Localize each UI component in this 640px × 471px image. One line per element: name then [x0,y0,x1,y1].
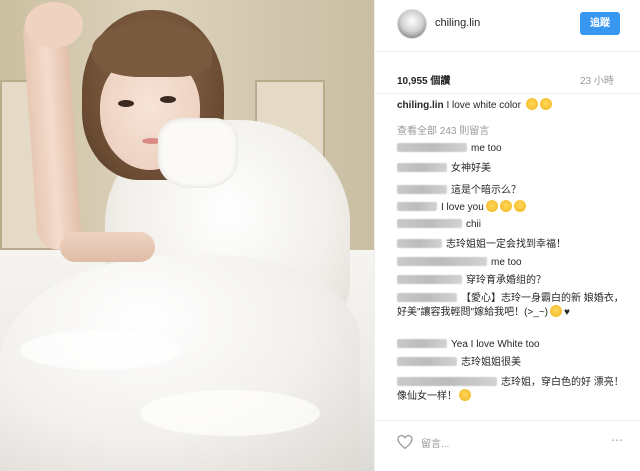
comment-text: 女神好美 [451,163,491,174]
comment-item: I love you [397,200,633,214]
photo-sheet-fold [20,330,180,370]
comment-item: me too [397,142,633,155]
smiley-emoji-icon [550,305,563,317]
comment-item: 志玲姐姐很美 [397,356,633,369]
blurred-username[interactable] [397,357,457,366]
post-footer: 留言... ⋯ [375,420,640,471]
photo-eye [118,100,134,107]
comment-item: 志玲姐，穿白色的好 漂亮！像仙女一样！ [397,376,633,403]
view-all-comments-link[interactable]: 查看全部 243 則留言 [397,122,489,137]
blurred-username[interactable] [397,339,447,348]
heart-emoji-icon: ♥ [564,307,570,318]
post-caption: chiling.lin I love white color [397,98,552,111]
post-stats: 10,955 個讚 23 小時 [375,52,640,94]
username-link[interactable]: chiling.lin [435,17,480,29]
instagram-post-view: chiling.lin 追蹤 10,955 個讚 23 小時 chiling.l… [0,0,640,471]
photo-forearm [60,232,155,262]
photo-bangs [92,22,212,77]
blurred-username[interactable] [397,202,437,211]
caption-text: I love white color [446,100,521,111]
blurred-username[interactable] [397,257,487,266]
comment-text: chii [466,219,482,230]
blurred-username[interactable] [397,163,447,172]
caption-username[interactable]: chiling.lin [397,100,444,111]
photo-hand [25,2,83,48]
likes-count[interactable]: 10,955 個讚 [397,72,450,87]
heart-eyes-emoji-icon [525,98,538,110]
comment-text: Yea I love White too [451,339,540,350]
smiley-emoji-icon [459,389,471,401]
like-heart-icon[interactable] [397,435,413,449]
blurred-username[interactable] [397,239,442,248]
photo-collar [158,118,238,188]
post-header: chiling.lin 追蹤 [375,0,640,52]
comment-item: 穿玲育承婚组的？ [397,274,633,287]
photo-sheet-fold [140,390,320,436]
comment-item: 志玲姐姐一定会找到幸福！ [397,238,633,251]
comment-text: 志玲姐姐很美 [461,357,521,368]
blurred-username[interactable] [397,275,462,284]
smiley-emoji-icon [499,200,512,212]
follow-button[interactable]: 追蹤 [580,12,620,35]
blurred-username[interactable] [397,293,457,302]
blurred-username[interactable] [397,143,467,152]
blurred-username[interactable] [397,185,447,194]
smiley-emoji-icon [513,200,526,212]
smiley-emoji-icon [485,200,498,212]
avatar[interactable] [397,9,427,39]
comment-item: chii [397,218,633,231]
comment-item: 這是个暗示么？ [397,184,633,197]
post-photo [0,0,374,471]
add-comment-input[interactable]: 留言... [421,435,449,450]
comment-item: me too [397,256,633,269]
more-options-icon[interactable]: ⋯ [611,433,624,447]
comment-item: Yea I love White too [397,338,633,351]
heart-eyes-emoji-icon [539,98,552,110]
blurred-username[interactable] [397,219,462,228]
post-timestamp[interactable]: 23 小時 [580,72,614,87]
comment-item: 女神好美 [397,162,633,175]
blurred-username[interactable] [397,377,497,386]
comment-text: 志玲姐姐一定会找到幸福！ [446,239,566,250]
comment-text: I love you [441,202,484,213]
comment-item: 【愛心】志玲一身霸白的新 娘婚衣，好美"讓容我輕問"嫁給我吧！(>_~) ♥ [397,292,633,319]
comment-text: me too [471,143,502,154]
photo-eye [160,96,176,103]
comment-text: 穿玲育承婚组的？ [466,275,546,286]
comment-text: 這是个暗示么？ [451,185,521,196]
comment-text: me too [491,257,522,268]
post-side-panel: chiling.lin 追蹤 10,955 個讚 23 小時 chiling.l… [374,0,640,471]
